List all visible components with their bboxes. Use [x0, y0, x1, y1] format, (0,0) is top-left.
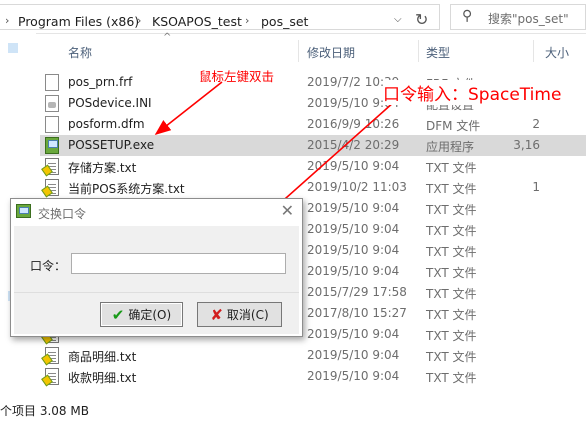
- status-bar: 个项目 3.08 MB: [0, 399, 586, 421]
- ok-button-label: 确定(O): [128, 308, 172, 322]
- check-icon: ✔: [111, 305, 125, 324]
- file-name: 商品明细.txt: [68, 350, 137, 364]
- chevron-down-icon[interactable]: ⌵: [394, 14, 402, 25]
- cancel-button-label: 取消(C): [226, 308, 269, 322]
- status-text: 个项目 3.08 MB: [0, 404, 89, 418]
- file-row[interactable]: 收款明细.txt 2019/5/10 9:04 TXT 文件: [40, 366, 586, 387]
- nav-item-icon[interactable]: [8, 43, 18, 53]
- doc-icon: [45, 116, 59, 133]
- txt-icon: [45, 368, 59, 385]
- file-date: 2019/5/10 9:04: [307, 264, 400, 278]
- file-date: 2019/5/10 9:04: [307, 348, 400, 362]
- search-icon: ⚲: [462, 8, 473, 24]
- sort-ascending-icon: ^: [163, 32, 172, 43]
- file-name: posform.dfm: [68, 117, 145, 131]
- annotation-dblclick: 鼠标左键双击: [199, 69, 275, 84]
- address-box[interactable]: › Program Files (x86) › KSOAPOS_test › p…: [0, 4, 440, 30]
- file-type: TXT 文件: [426, 224, 477, 238]
- file-type: TXT 文件: [426, 371, 477, 385]
- file-name: POSdevice.INI: [68, 96, 152, 110]
- file-name: 存储方案.txt: [68, 161, 137, 175]
- file-size: 1: [532, 180, 540, 194]
- txt-icon: [45, 158, 59, 175]
- column-header-type[interactable]: 类型: [426, 44, 450, 61]
- file-name: 收款明细.txt: [68, 371, 137, 385]
- file-type: TXT 文件: [426, 245, 477, 259]
- file-type: TXT 文件: [426, 350, 477, 364]
- file-size: 3,16: [513, 138, 540, 152]
- file-date: 2019/5/10 9:04: [307, 201, 400, 215]
- file-date: 2019/5/10 9:04: [307, 327, 400, 341]
- password-input[interactable]: [71, 253, 286, 274]
- refresh-icon[interactable]: ↻: [415, 10, 428, 29]
- dialog-body: 口令： ✔ 确定(O) ✘ 取消(C): [14, 226, 299, 334]
- search-box[interactable]: ⚲ 搜索"pos_set": [450, 4, 586, 30]
- file-date: 2017/8/10 15:27: [307, 306, 407, 320]
- file-type: TXT 文件: [426, 161, 477, 175]
- file-name: pos_prn.frf: [68, 75, 133, 89]
- file-row[interactable]: 当前POS系统方案.txt 2019/10/2 11:03 TXT 文件 1: [40, 177, 586, 198]
- password-dialog: 交换口令 ✕ 口令： ✔ 确定(O) ✘ 取消(C): [10, 198, 303, 337]
- dialog-title: 交换口令: [38, 207, 87, 221]
- file-date: 2016/9/9 10:26: [307, 117, 400, 131]
- file-type: TXT 文件: [426, 203, 477, 217]
- annotation-password-hint: 口令输入：SpaceTime: [383, 80, 562, 105]
- breadcrumb-separator-icon: ›: [5, 14, 10, 27]
- file-date: 2019/5/10 9:04: [307, 159, 400, 173]
- file-date: 2015/4/2 20:29: [307, 138, 400, 152]
- search-placeholder: 搜索"pos_set": [488, 12, 569, 26]
- breadcrumb-program-files[interactable]: Program Files (x86): [18, 14, 139, 29]
- file-name: 当前POS系统方案.txt: [68, 182, 185, 196]
- breadcrumb-separator-icon: ›: [245, 14, 250, 27]
- file-type: TXT 文件: [426, 329, 477, 343]
- file-row[interactable]: 存储方案.txt 2019/5/10 9:04 TXT 文件: [40, 156, 586, 177]
- file-row[interactable]: 商品明细.txt 2019/5/10 9:04 TXT 文件: [40, 345, 586, 366]
- file-row[interactable]: posform.dfm 2016/9/9 10:26 DFM 文件 2: [40, 114, 586, 135]
- ini-icon: [45, 95, 59, 112]
- dialog-titlebar[interactable]: 交换口令 ✕: [11, 199, 302, 225]
- breadcrumb-pos-set[interactable]: pos_set: [261, 14, 308, 29]
- column-header-name[interactable]: 名称: [68, 44, 92, 61]
- close-icon[interactable]: ✕: [281, 201, 294, 220]
- txt-icon: [45, 179, 59, 196]
- cancel-button[interactable]: ✘ 取消(C): [197, 302, 282, 327]
- column-header-size[interactable]: 大小: [545, 44, 569, 61]
- app-icon: [16, 204, 31, 218]
- file-date: 2019/5/10 9:04: [307, 222, 400, 236]
- column-header-date[interactable]: 修改日期: [307, 44, 355, 61]
- file-type: TXT 文件: [426, 287, 477, 301]
- password-label: 口令：: [30, 259, 67, 273]
- txt-icon: [45, 347, 59, 364]
- file-size: 2: [532, 117, 540, 131]
- file-date: 2019/5/10 9:04: [307, 243, 400, 257]
- file-type: TXT 文件: [426, 308, 477, 322]
- exe-icon: [45, 137, 59, 154]
- file-date: 2019/5/10 9:04: [307, 369, 400, 383]
- address-bar: › Program Files (x86) › KSOAPOS_test › p…: [0, 0, 586, 34]
- file-date: 2015/7/29 17:58: [307, 285, 407, 299]
- breadcrumb-ksoapos-test[interactable]: KSOAPOS_test: [152, 14, 242, 29]
- ok-button[interactable]: ✔ 确定(O): [100, 302, 183, 327]
- file-type: 应用程序: [426, 140, 475, 154]
- file-type: TXT 文件: [426, 266, 477, 280]
- file-type: TXT 文件: [426, 182, 477, 196]
- file-name: POSSETUP.exe: [68, 138, 155, 152]
- column-divider[interactable]: [298, 40, 299, 62]
- file-type: DFM 文件: [426, 119, 481, 133]
- x-icon: ✘: [210, 305, 223, 324]
- divider: [14, 292, 299, 293]
- doc-icon: [45, 74, 59, 91]
- breadcrumb-separator-icon: ›: [137, 14, 142, 27]
- file-row[interactable]: POSSETUP.exe 2015/4/2 20:29 应用程序 3,16: [40, 135, 586, 156]
- file-date: 2019/10/2 11:03: [307, 180, 407, 194]
- column-divider[interactable]: [533, 40, 534, 62]
- column-divider[interactable]: [418, 40, 419, 62]
